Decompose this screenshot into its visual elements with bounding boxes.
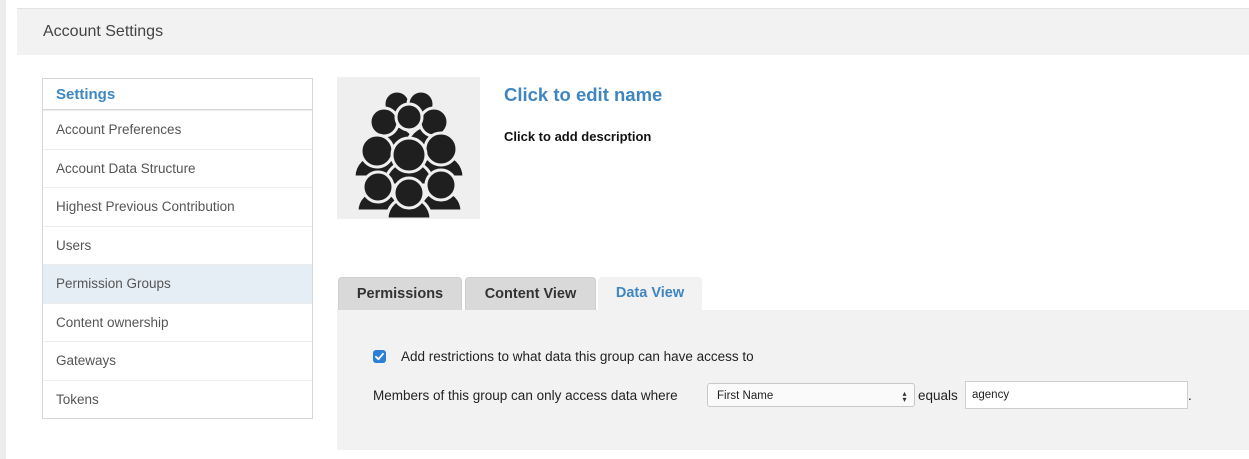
select-arrows-icon: ▴▾ — [900, 389, 909, 401]
sidebar-item-tokens[interactable]: Tokens — [43, 379, 312, 419]
sidebar-item-users[interactable]: Users — [43, 225, 312, 265]
tab-data-view[interactable]: Data View — [598, 277, 702, 310]
group-description-editable[interactable]: Click to add description — [504, 129, 651, 144]
settings-sidebar: Settings Account Preferences Account Dat… — [42, 78, 313, 419]
page-header: Account Settings — [17, 8, 1249, 55]
value-input[interactable] — [965, 381, 1188, 409]
sidebar-item-account-data-structure[interactable]: Account Data Structure — [43, 148, 312, 188]
data-view-panel — [337, 310, 1249, 450]
group-avatar[interactable] — [337, 77, 480, 219]
page-title: Account Settings — [43, 23, 164, 40]
checkmark-icon — [375, 352, 384, 361]
tab-content-view[interactable]: Content View — [465, 277, 596, 311]
tab-permissions[interactable]: Permissions — [338, 277, 462, 311]
left-edge-rule — [0, 0, 6, 459]
people-group-icon — [352, 89, 466, 219]
restrict-data-checkbox[interactable] — [373, 350, 386, 363]
sidebar-heading: Settings — [43, 79, 312, 110]
sidebar-item-account-preferences[interactable]: Account Preferences — [43, 110, 312, 149]
sidebar-item-gateways[interactable]: Gateways — [43, 341, 312, 380]
sidebar-item-content-ownership[interactable]: Content ownership — [43, 302, 312, 342]
restrict-data-label: Add restrictions to what data this group… — [401, 349, 754, 364]
members-access-label: Members of this group can only access da… — [373, 388, 678, 403]
field-select[interactable]: First Name ▴▾ — [707, 383, 915, 407]
sidebar-item-permission-groups[interactable]: Permission Groups — [43, 264, 312, 303]
group-name-editable[interactable]: Click to edit name — [504, 84, 662, 106]
field-select-value: First Name — [717, 390, 774, 402]
sidebar-item-highest-previous-contribution[interactable]: Highest Previous Contribution — [43, 187, 312, 226]
trailing-period: . — [1188, 388, 1192, 403]
operator-label: equals — [918, 388, 958, 403]
